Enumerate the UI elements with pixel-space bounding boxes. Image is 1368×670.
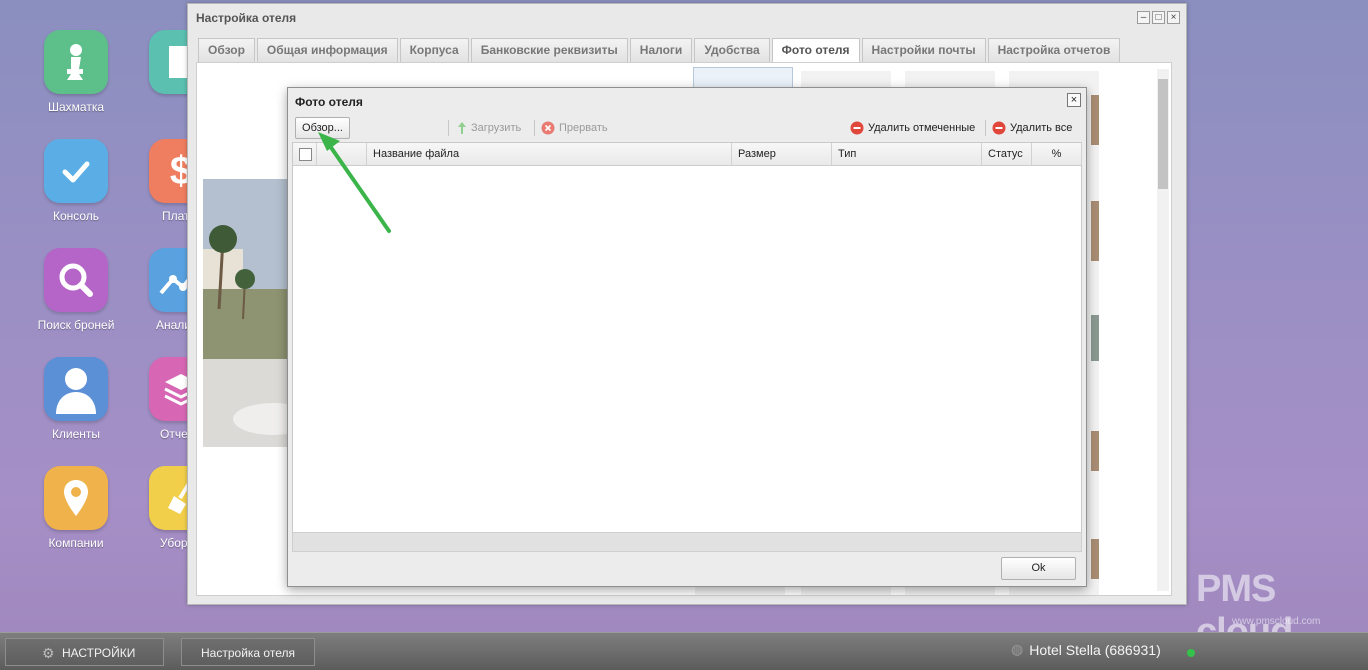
thumbnail-image [1091, 95, 1099, 145]
tab-hotel-photos[interactable]: Фото отеля [771, 38, 860, 62]
tab-amenities[interactable]: Удобства [694, 38, 770, 62]
select-all-column [293, 143, 317, 165]
file-grid: Название файла Размер Тип Статус % [292, 142, 1082, 552]
toolbar-separator [448, 120, 449, 136]
abort-button[interactable]: Прервать [541, 119, 608, 137]
desktop-icon-label: Шахматка [47, 100, 104, 114]
chess-pawn-icon [44, 30, 108, 94]
desktop-icon-label: Компании [48, 536, 104, 550]
start-label: НАСТРОЙКИ [62, 646, 136, 660]
delete-all-label: Удалить все [1010, 122, 1073, 134]
location-pin-icon [44, 466, 108, 530]
column-blank [317, 143, 367, 165]
ok-button[interactable]: Ok [1001, 557, 1076, 580]
delete-checked-label: Удалить отмеченные [868, 122, 976, 134]
browse-button[interactable]: Обзор... [295, 117, 350, 139]
column-type[interactable]: Тип [832, 143, 982, 165]
upload-button[interactable]: Загрузить [457, 119, 521, 137]
desktop-icon-chessboard[interactable]: Шахматка [21, 30, 131, 114]
abort-icon [541, 121, 555, 135]
hotel-photo[interactable] [203, 179, 313, 447]
delete-checked-button[interactable]: Удалить отмеченные [850, 119, 975, 137]
tab-buildings[interactable]: Корпуса [399, 38, 469, 62]
window-titlebar[interactable]: Настройка отеля [188, 4, 1186, 32]
window-title: Настройка отеля [196, 11, 297, 25]
abort-label: Прервать [559, 122, 608, 134]
taskbar-window-button[interactable]: Настройка отеля [181, 638, 315, 666]
gear-icon: ⚙ [42, 645, 55, 661]
tab-report-settings[interactable]: Настройка отчетов [987, 38, 1121, 62]
toolbar-separator [985, 120, 986, 136]
tab-overview[interactable]: Обзор [198, 38, 255, 62]
grid-status-bar [292, 532, 1082, 552]
pms-cloud-logo: PMS cloud www.pmscloud.com [1196, 568, 1366, 653]
logo-url: www.pmscloud.com [1232, 616, 1321, 627]
hotel-indicator[interactable]: ◍ Hotel Stella (686931) [1011, 641, 1161, 658]
dialog-close-button[interactable]: × [1067, 93, 1081, 107]
panel-scrollbar[interactable] [1157, 69, 1169, 591]
tab-taxes[interactable]: Налоги [629, 38, 693, 62]
upload-toolbar: Обзор... Загрузить Прервать Удалить отме… [292, 115, 1082, 141]
photo-upload-dialog: Фото отеля × Обзор... Загрузить Прервать… [287, 87, 1087, 587]
column-status[interactable]: Статус [982, 143, 1032, 165]
checkmark-icon [44, 139, 108, 203]
upload-arrow-icon [458, 122, 466, 134]
desktop-icon-companies[interactable]: Компании [21, 466, 131, 550]
select-all-checkbox[interactable] [299, 148, 312, 161]
delete-icon [992, 121, 1006, 135]
desktop-icon-console[interactable]: Консоль [21, 139, 131, 223]
dialog-title: Фото отеля [295, 95, 363, 109]
maximize-button[interactable]: □ [1152, 11, 1165, 24]
delete-all-button[interactable]: Удалить все [992, 119, 1072, 137]
search-icon [44, 248, 108, 312]
tab-general-info[interactable]: Общая информация [256, 38, 398, 62]
taskbar: ⚙ НАСТРОЙКИ Настройка отеля ◍ Hotel Stel… [0, 632, 1368, 670]
settings-start-button[interactable]: ⚙ НАСТРОЙКИ [5, 638, 164, 666]
desktop-icon-label: Консоль [52, 209, 100, 223]
toolbar-separator [534, 120, 535, 136]
upload-label: Загрузить [471, 122, 522, 134]
scrollbar-thumb[interactable] [1158, 79, 1168, 189]
thumbnail-image [1091, 431, 1099, 471]
window-controls: – □ × [1137, 11, 1180, 24]
grid-header: Название файла Размер Тип Статус % [293, 143, 1082, 166]
thumbnail-image [1091, 539, 1099, 579]
user-icon [44, 357, 108, 421]
desktop-icon-booking-search[interactable]: Поиск броней [21, 248, 131, 332]
connection-status-icon [1187, 649, 1195, 657]
thumbnail-image [1091, 201, 1099, 261]
thumbnail-image [1091, 315, 1099, 361]
window-close-button[interactable]: × [1167, 11, 1180, 24]
minimize-button[interactable]: – [1137, 11, 1150, 24]
settings-tabs: Обзор Общая информация Корпуса Банковски… [198, 38, 1121, 62]
delete-icon [850, 121, 864, 135]
column-percent[interactable]: % [1032, 143, 1082, 165]
hotel-name: Hotel Stella (686931) [1029, 641, 1161, 658]
tab-mail-settings[interactable]: Настройки почты [861, 38, 986, 62]
globe-icon: ◍ [1011, 641, 1024, 657]
column-size[interactable]: Размер [732, 143, 832, 165]
tab-bank-details[interactable]: Банковские реквизиты [470, 38, 628, 62]
desktop-icon-label: Клиенты [51, 427, 101, 441]
desktop-icon-clients[interactable]: Клиенты [21, 357, 131, 441]
desktop-icon-label: Поиск броней [37, 318, 115, 332]
column-filename[interactable]: Название файла [367, 143, 732, 165]
